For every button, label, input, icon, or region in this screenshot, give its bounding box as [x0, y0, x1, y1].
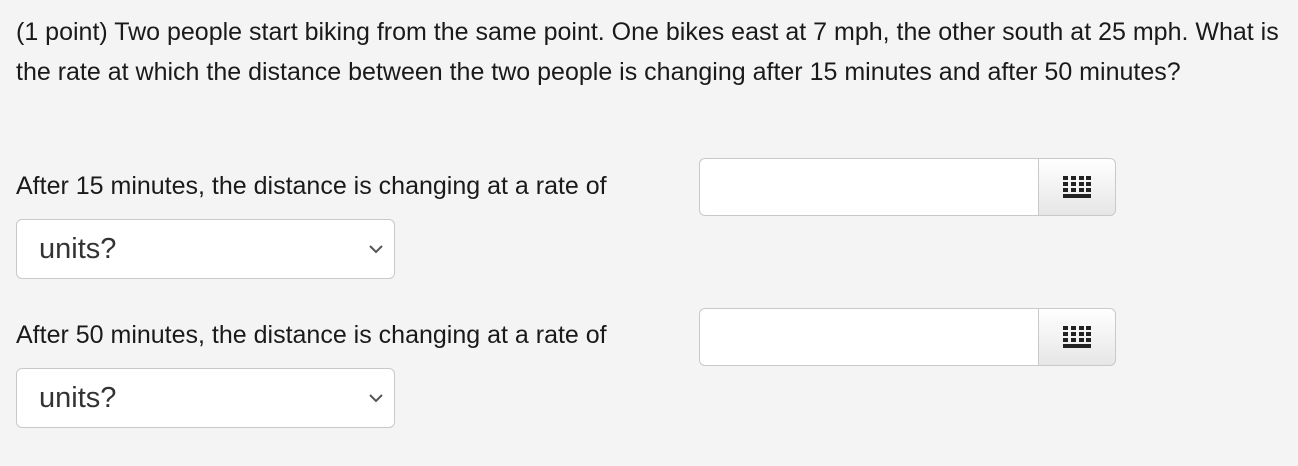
chevron-down-icon [369, 245, 383, 254]
question-2-units-select[interactable]: units? [16, 368, 395, 428]
grid-icon [1063, 326, 1091, 348]
question-1-label: After 15 minutes, the distance is changi… [16, 171, 607, 200]
grid-icon [1063, 176, 1091, 198]
question-2-units-value: units? [39, 381, 117, 414]
question-2-answer-input[interactable] [699, 308, 1038, 366]
question-2-row: After 50 minutes, the distance is changi… [16, 315, 607, 355]
question-1-answer-group [699, 158, 1116, 216]
chevron-down-icon [369, 394, 383, 403]
question-1-row: After 15 minutes, the distance is changi… [16, 166, 607, 206]
question-2-equation-palette-button[interactable] [1038, 308, 1116, 366]
question-1-units-value: units? [39, 232, 117, 265]
problem-statement: (1 point) Two people start biking from t… [16, 18, 1279, 86]
question-1-units-select[interactable]: units? [16, 219, 395, 279]
question-2-label: After 50 minutes, the distance is changi… [16, 320, 607, 349]
question-2-answer-group [699, 308, 1116, 366]
question-1-equation-palette-button[interactable] [1038, 158, 1116, 216]
question-1-answer-input[interactable] [699, 158, 1038, 216]
